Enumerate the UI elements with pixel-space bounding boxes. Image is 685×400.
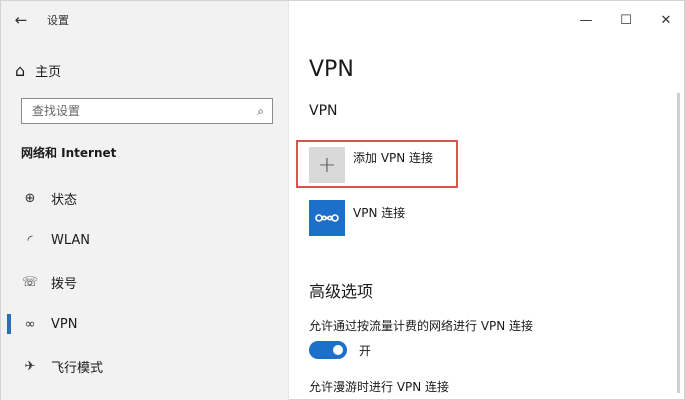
scrollbar[interactable] — [677, 93, 680, 393]
metered-toggle-row: 开 — [309, 341, 371, 359]
close-icon[interactable]: ✕ — [646, 1, 685, 39]
maximize-icon[interactable]: ☐ — [606, 1, 646, 39]
search-input[interactable] — [32, 104, 232, 118]
sidebar-item-status[interactable]: ⊕ 状态 — [1, 177, 289, 219]
sidebar-item-airplane[interactable]: ✈ 飞行模式 — [1, 345, 289, 387]
search-box[interactable]: ⌕ — [21, 98, 273, 124]
settings-window: ← 设置 ⌂ 主页 ⌕ 网络和 Internet ⊕ 状态 ◜ WLAN ☏ 拨… — [0, 0, 685, 400]
sidebar-item-label: 状态 — [51, 192, 78, 208]
minimize-icon[interactable]: — — [566, 1, 606, 39]
section-title: 网络和 Internet — [21, 146, 117, 160]
main-content: — ☐ ✕ VPN VPN + 添加 VPN 连接 VPN 连接 高级选项 允许… — [290, 1, 685, 400]
back-arrow-icon[interactable]: ← — [1, 1, 41, 39]
vpn-connection-label: VPN 连接 — [353, 206, 406, 220]
vpn-connection-icon — [309, 200, 345, 236]
plus-icon: + — [309, 147, 345, 183]
home-icon: ⌂ — [15, 60, 26, 80]
metered-toggle[interactable] — [309, 341, 347, 359]
sidebar-item-home[interactable]: ⌂ 主页 — [15, 59, 61, 81]
sidebar-item-label: WLAN — [51, 232, 91, 248]
page-title: VPN — [309, 57, 354, 82]
vpn-connection-item[interactable]: VPN 连接 — [309, 200, 405, 236]
sidebar-item-label: 主页 — [35, 64, 62, 80]
advanced-options-title: 高级选项 — [309, 282, 374, 301]
title-bar: ← 设置 — [1, 1, 289, 39]
add-vpn-button[interactable]: + 添加 VPN 连接 — [309, 147, 433, 183]
window-title: 设置 — [47, 14, 69, 27]
sidebar-item-dialup[interactable]: ☏ 拨号 — [1, 261, 289, 303]
sidebar-item-label: 飞行模式 — [51, 360, 104, 376]
sidebar: ← 设置 ⌂ 主页 ⌕ 网络和 Internet ⊕ 状态 ◜ WLAN ☏ 拨… — [1, 1, 289, 400]
sidebar-item-vpn[interactable]: ∞ VPN — [1, 303, 289, 345]
metered-option-label: 允许通过按流量计费的网络进行 VPN 连接 — [309, 319, 534, 333]
phone-icon: ☏ — [21, 274, 39, 290]
vpn-icon: ∞ — [24, 316, 36, 332]
search-icon[interactable]: ⌕ — [257, 104, 264, 119]
status-icon: ⊕ — [24, 190, 36, 206]
toggle-state-label: 开 — [359, 343, 372, 358]
section-subtitle: VPN — [309, 103, 338, 119]
sidebar-item-label: 拨号 — [51, 276, 78, 292]
window-controls: — ☐ ✕ — [566, 1, 685, 39]
sidebar-item-label: VPN — [51, 316, 78, 332]
airplane-icon: ✈ — [24, 358, 36, 374]
roaming-option-label: 允许漫游时进行 VPN 连接 — [309, 380, 450, 394]
sidebar-nav: ⊕ 状态 ◜ WLAN ☏ 拨号 ∞ VPN ✈ 飞行模式 — [1, 177, 289, 387]
add-vpn-label: 添加 VPN 连接 — [353, 151, 434, 165]
wifi-icon: ◜ — [27, 232, 33, 248]
sidebar-item-wlan[interactable]: ◜ WLAN — [1, 219, 289, 261]
